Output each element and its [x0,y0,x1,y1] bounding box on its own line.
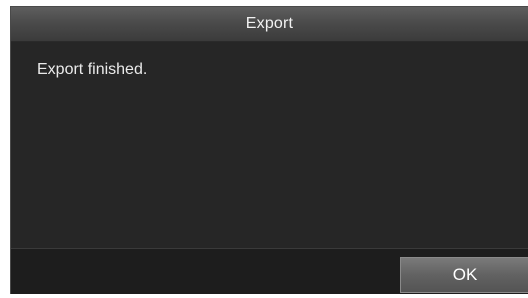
dialog-title: Export [245,15,294,32]
dialog-message: Export finished. [37,61,148,78]
ok-button-label: OK [452,265,478,284]
dialog-footer: OK [11,248,528,294]
dialog-message-area: Export finished. [11,42,528,246]
dialog-title-bar: Export [11,7,528,42]
ok-button[interactable]: OK [400,257,528,293]
export-dialog: Export Export finished. OK [10,6,528,294]
